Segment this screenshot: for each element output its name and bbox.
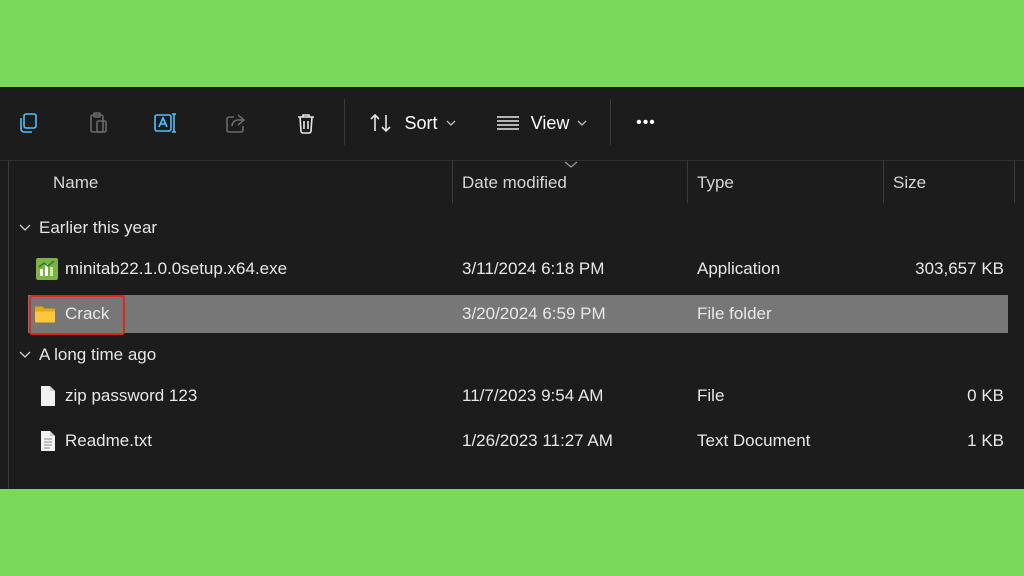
- chevron-down-icon: [577, 120, 587, 126]
- rename-icon: [154, 113, 176, 133]
- list-item-selected[interactable]: Crack 3/20/2024 6:59 PM File folder: [28, 295, 1008, 335]
- copy-button[interactable]: [14, 104, 42, 142]
- file-size: 0 KB: [967, 386, 1004, 405]
- file-name: Readme.txt: [65, 431, 152, 450]
- column-divider: [883, 161, 884, 203]
- file-size: 1 KB: [967, 431, 1004, 450]
- group-label: Earlier this year: [39, 218, 158, 237]
- share-button[interactable]: [222, 104, 250, 142]
- file-type: Text Document: [697, 431, 811, 450]
- toolbar-separator: [344, 99, 345, 145]
- file-explorer-window: Sort View ••• Name Date modified Type Si…: [0, 87, 1024, 489]
- file-type: Application: [697, 259, 781, 278]
- list-item[interactable]: Readme.txt 1/26/2023 11:27 AM Text Docum…: [28, 422, 1008, 460]
- paste-button[interactable]: [84, 104, 112, 142]
- delete-icon: [298, 114, 314, 134]
- more-options-button[interactable]: •••: [630, 104, 662, 142]
- file-date: 11/7/2023 9:54 AM: [462, 386, 604, 405]
- view-label: View: [530, 112, 570, 133]
- column-divider: [1014, 161, 1015, 203]
- group-label: A long time ago: [39, 345, 157, 364]
- command-bar: Sort View •••: [0, 87, 1024, 160]
- column-header-type[interactable]: Type: [697, 161, 734, 205]
- list-item[interactable]: minitab22.1.0.0setup.x64.exe 3/11/2024 6…: [28, 250, 1008, 288]
- toolbar-separator: [610, 99, 611, 145]
- column-header-row: Name Date modified Type Size: [9, 161, 1024, 205]
- minitab-app-icon: [36, 258, 58, 280]
- file-size: [874, 295, 1004, 333]
- column-header-name[interactable]: Name: [53, 161, 98, 205]
- group-header-a-long-time-ago[interactable]: A long time ago: [19, 342, 156, 368]
- share-icon: [226, 114, 246, 133]
- copy-icon: [20, 113, 37, 133]
- view-list-icon: [496, 116, 519, 130]
- file-icon: [41, 386, 55, 406]
- more-icon: •••: [636, 114, 656, 131]
- column-divider: [687, 161, 688, 203]
- file-name: zip password 123: [65, 386, 198, 405]
- file-type: File folder: [697, 304, 772, 323]
- file-date: 3/11/2024 6:18 PM: [462, 259, 605, 278]
- file-list: Name Date modified Type Size Earlier thi…: [8, 161, 1024, 489]
- delete-button[interactable]: [292, 104, 320, 142]
- paste-icon: [90, 112, 107, 133]
- list-item[interactable]: zip password 123 11/7/2023 9:54 AM File …: [28, 377, 1008, 415]
- rename-button[interactable]: [152, 104, 180, 142]
- sort-icon: [370, 113, 392, 133]
- column-header-date-modified[interactable]: Date modified: [462, 161, 567, 205]
- column-header-size[interactable]: Size: [893, 161, 926, 205]
- sort-button[interactable]: Sort: [366, 104, 458, 142]
- sort-label: Sort: [404, 112, 438, 133]
- chevron-down-icon: [446, 120, 455, 126]
- column-divider: [452, 161, 453, 203]
- chevron-down-icon: [19, 224, 31, 231]
- highlight-annotation: [29, 295, 125, 335]
- group-header-earlier-this-year[interactable]: Earlier this year: [19, 215, 157, 241]
- file-type: File: [697, 386, 725, 405]
- file-date: 3/20/2024 6:59 PM: [462, 304, 606, 323]
- chevron-down-icon: [19, 351, 31, 358]
- file-size: 303,657 KB: [915, 259, 1004, 278]
- file-name: minitab22.1.0.0setup.x64.exe: [65, 259, 288, 278]
- text-file-icon: [41, 431, 55, 451]
- file-date: 1/26/2023 11:27 AM: [462, 431, 613, 450]
- view-button[interactable]: View: [493, 104, 589, 142]
